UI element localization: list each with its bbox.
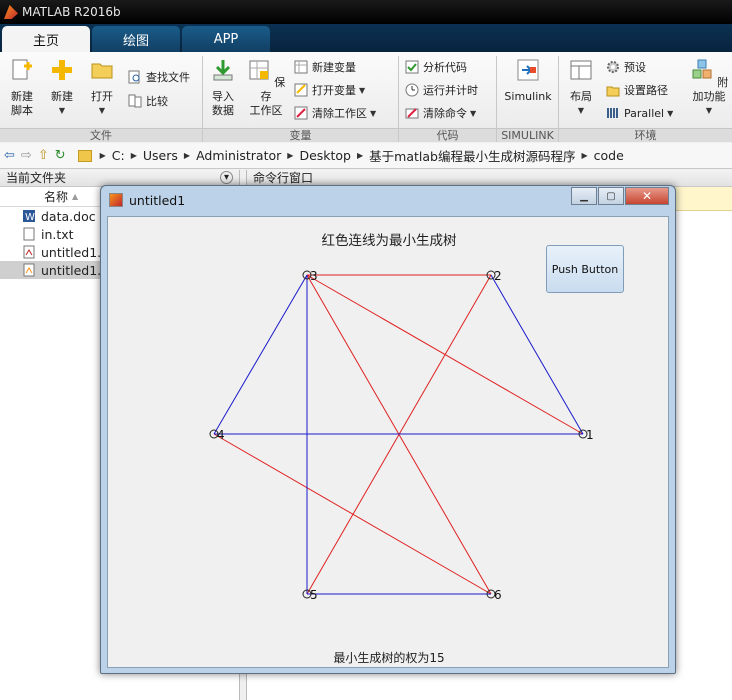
- set-path-button[interactable]: 设置路径: [606, 81, 668, 99]
- new-script-icon: [12, 59, 32, 80]
- back-arrow-icon[interactable]: ⇦: [4, 148, 15, 163]
- open-variable-button[interactable]: 打开变量 ▼: [294, 81, 365, 99]
- save-workspace-icon: [249, 60, 269, 80]
- simulink-button[interactable]: Simulink: [502, 58, 554, 104]
- up-folder-icon[interactable]: ⇧: [38, 148, 49, 163]
- new-variable-icon: [294, 60, 308, 74]
- group-simulink-label: SIMULINK: [497, 128, 558, 142]
- compare-icon: [128, 94, 142, 108]
- tab-home[interactable]: 主页: [2, 26, 90, 52]
- edge-3-4: [213, 274, 308, 435]
- close-button[interactable]: ✕: [625, 187, 669, 205]
- forward-arrow-icon[interactable]: ⇨: [21, 148, 32, 163]
- app-title: MATLAB R2016b: [22, 5, 121, 19]
- import-data-icon: [213, 60, 233, 81]
- group-code-label: 代码: [399, 128, 496, 142]
- minimize-button[interactable]: ▁: [571, 187, 597, 205]
- parallel-icon: [607, 108, 618, 118]
- node-1-label: 1: [586, 428, 594, 442]
- preferences-button[interactable]: 预设: [606, 58, 646, 76]
- edge-2-1: [490, 274, 584, 435]
- word-doc-icon: W: [23, 210, 35, 223]
- clear-commands-icon: [405, 108, 419, 119]
- svg-text:W: W: [25, 212, 35, 223]
- compare-button[interactable]: 比较: [128, 92, 168, 110]
- parallel-button[interactable]: Parallel ▼: [606, 104, 673, 122]
- figure-app-icon: [109, 193, 123, 207]
- find-files-button[interactable]: 查找文件: [128, 68, 190, 86]
- node-4-label: 4: [217, 428, 225, 442]
- folder-open-icon: [91, 63, 113, 79]
- group-file-label: 文件: [0, 128, 202, 142]
- breadcrumb-code[interactable]: code: [594, 148, 624, 163]
- layout-button[interactable]: 布局 ▼: [564, 58, 598, 118]
- gear-icon: [607, 61, 619, 73]
- breadcrumb-administrator[interactable]: Administrator: [196, 148, 281, 163]
- clear-workspace-icon: [294, 106, 308, 120]
- group-variable-label: 变量: [203, 128, 398, 142]
- breadcrumb-users[interactable]: Users: [143, 148, 178, 163]
- tab-apps[interactable]: APP: [182, 26, 270, 52]
- breadcrumb-project[interactable]: 基于matlab编程最小生成树源码程序: [369, 146, 575, 165]
- analyze-code-button[interactable]: 分析代码: [405, 58, 467, 76]
- plus-icon: [52, 60, 72, 80]
- layout-icon: [570, 60, 592, 80]
- push-button[interactable]: Push Button: [546, 245, 624, 293]
- panel-menu-icon[interactable]: ▾: [220, 171, 233, 184]
- addons-button[interactable]: 附加功能 ▼: [686, 58, 732, 118]
- node-6-label: 6: [494, 588, 502, 602]
- app-title-bar: MATLAB R2016b: [0, 0, 732, 24]
- open-button[interactable]: 打开 ▼: [86, 58, 118, 118]
- window-controls: ▁ ▢ ✕: [570, 187, 669, 205]
- find-files-icon: [128, 70, 140, 84]
- import-data-button[interactable]: 导入 数据: [206, 58, 240, 118]
- maximize-button[interactable]: ▢: [598, 187, 624, 205]
- ribbon-tabs: 主页 绘图 APP: [0, 24, 732, 52]
- analyze-code-icon: [405, 60, 419, 74]
- figure-window[interactable]: untitled1 ▁ ▢ ✕ 123456 红色连线为最小生成树 Push B…: [100, 185, 676, 674]
- figure-title-bar[interactable]: untitled1 ▁ ▢ ✕: [101, 186, 675, 214]
- breadcrumb-desktop[interactable]: Desktop: [299, 148, 351, 163]
- node-5-label: 5: [310, 588, 318, 602]
- new-button[interactable]: 新建 ▼: [46, 58, 78, 118]
- browse-folder-icon[interactable]: ↻: [55, 148, 66, 163]
- mst-weight-label: 最小生成树的权为15: [333, 651, 445, 665]
- clear-workspace-button[interactable]: 清除工作区 ▼: [294, 104, 376, 122]
- addons-icon: [692, 59, 712, 79]
- group-environment-label: 环境: [559, 128, 732, 142]
- set-path-icon: [606, 86, 620, 97]
- figure-title: untitled1: [129, 192, 186, 208]
- text-file-icon: [23, 227, 35, 241]
- sort-asc-icon: ▲: [72, 192, 79, 201]
- open-variable-icon: [294, 83, 308, 97]
- clear-commands-button[interactable]: 清除命令 ▼: [405, 104, 476, 122]
- figure-canvas: 123456 红色连线为最小生成树 Push Button 最小生成树的权为15: [107, 216, 669, 668]
- node-2-label: 2: [494, 269, 502, 283]
- fig-file-icon: [23, 245, 35, 259]
- save-workspace-button[interactable]: 保存 工作区: [246, 58, 286, 118]
- simulink-icon: [517, 59, 539, 81]
- run-and-time-icon: [405, 83, 419, 97]
- new-variable-button[interactable]: 新建变量: [294, 58, 356, 76]
- run-and-time-button[interactable]: 运行并计时: [405, 81, 478, 99]
- tab-plots[interactable]: 绘图: [92, 26, 180, 52]
- matlab-logo-icon: [4, 5, 18, 19]
- node-3-label: 3: [310, 269, 318, 283]
- breadcrumb-drive[interactable]: C:: [112, 148, 125, 163]
- m-file-icon: [23, 263, 35, 277]
- new-script-button[interactable]: 新建 脚本: [6, 58, 38, 118]
- ribbon: 新建 脚本 新建 ▼ 打开 ▼ 查找文件 比较 导入 数据 保存 工作区 新建变量 …: [0, 52, 732, 142]
- folder-icon: [77, 149, 92, 162]
- address-bar[interactable]: ⇦ ⇨ ⇧ ↻ ▶ C: ▶ Users ▶ Administrator ▶ D…: [0, 143, 732, 169]
- edge-4-6-mst: [213, 433, 492, 595]
